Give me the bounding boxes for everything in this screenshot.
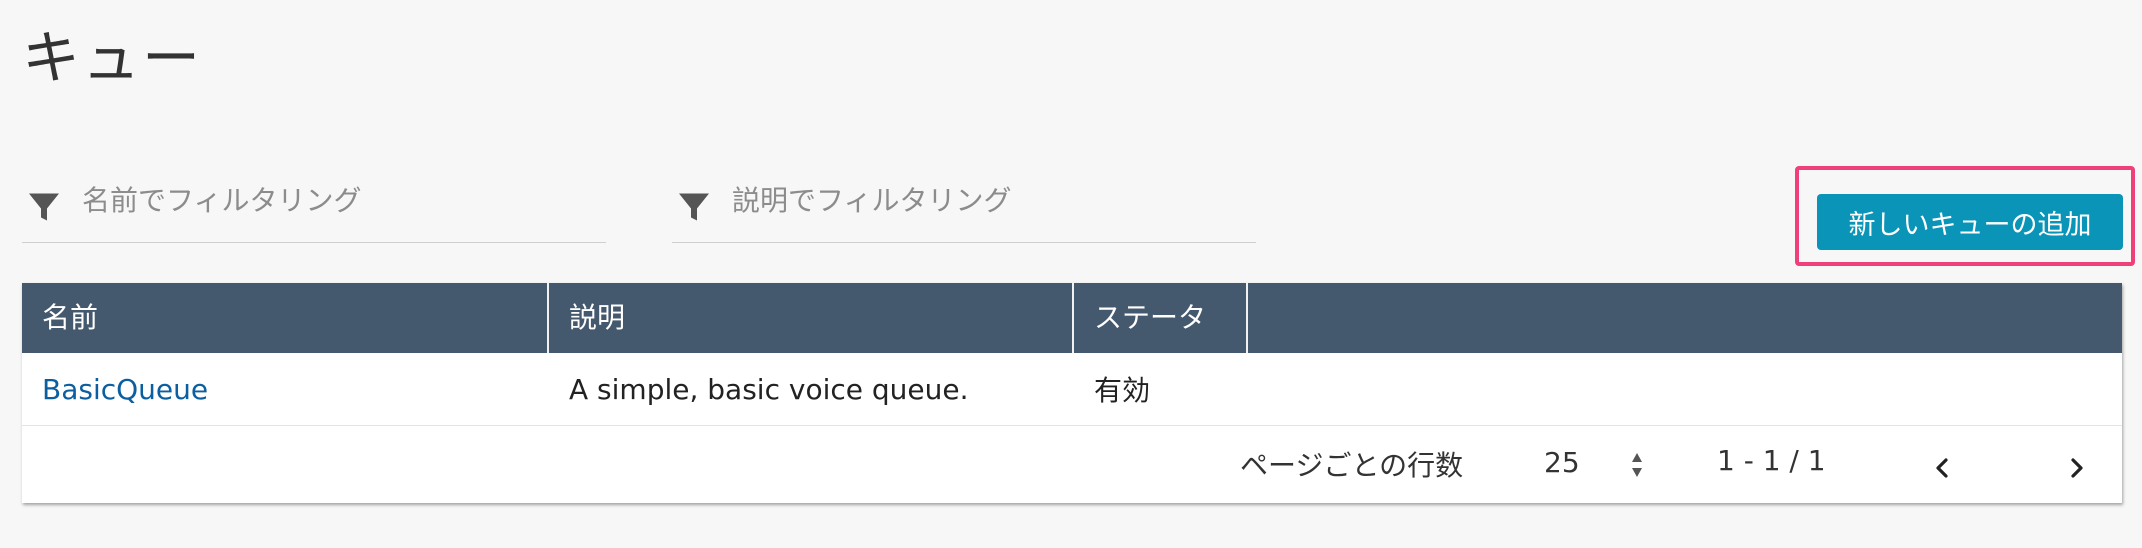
chevron-right-icon: [2071, 458, 2083, 478]
pagination-range: 1 - 1 / 1: [1717, 444, 1826, 477]
page-title: キュー: [22, 24, 203, 92]
funnel-icon: [29, 193, 59, 221]
sort-stepper-icon: [1632, 453, 1642, 477]
column-header-status[interactable]: ステータ: [1074, 283, 1248, 353]
rows-per-page-select[interactable]: 25: [1544, 446, 1664, 486]
description-filter-input[interactable]: [732, 183, 1212, 217]
cell-description: A simple, basic voice queue.: [569, 372, 969, 406]
column-header-description[interactable]: 説明: [549, 283, 1074, 353]
description-filter: [672, 172, 1256, 243]
cell-status: 有効: [1094, 374, 1151, 407]
pagination: ページごとの行数 25 1 - 1 / 1: [22, 426, 2122, 503]
add-queue-button[interactable]: 新しいキューの追加: [1817, 194, 2123, 250]
rows-per-page-label: ページごとの行数: [1240, 449, 1464, 482]
table-row: BasicQueue A simple, basic voice queue. …: [22, 353, 2122, 426]
funnel-icon: [679, 193, 709, 221]
previous-page-button[interactable]: [1922, 448, 1962, 488]
queue-name-link[interactable]: BasicQueue: [42, 373, 208, 406]
column-header-name[interactable]: 名前: [22, 283, 549, 353]
cell-name: BasicQueue: [22, 373, 549, 406]
table-header: 名前 説明 ステータ: [22, 283, 2122, 353]
queue-table: 名前 説明 ステータ BasicQueue A simple, basic vo…: [22, 283, 2122, 503]
name-filter: [22, 172, 606, 243]
chevron-left-icon: [1936, 458, 1948, 478]
next-page-button[interactable]: [2057, 448, 2097, 488]
column-header-empty: [1248, 283, 2122, 353]
add-queue-highlight: 新しいキューの追加: [1795, 166, 2135, 266]
rows-per-page-value: 25: [1544, 446, 1580, 479]
name-filter-input[interactable]: [82, 183, 562, 217]
